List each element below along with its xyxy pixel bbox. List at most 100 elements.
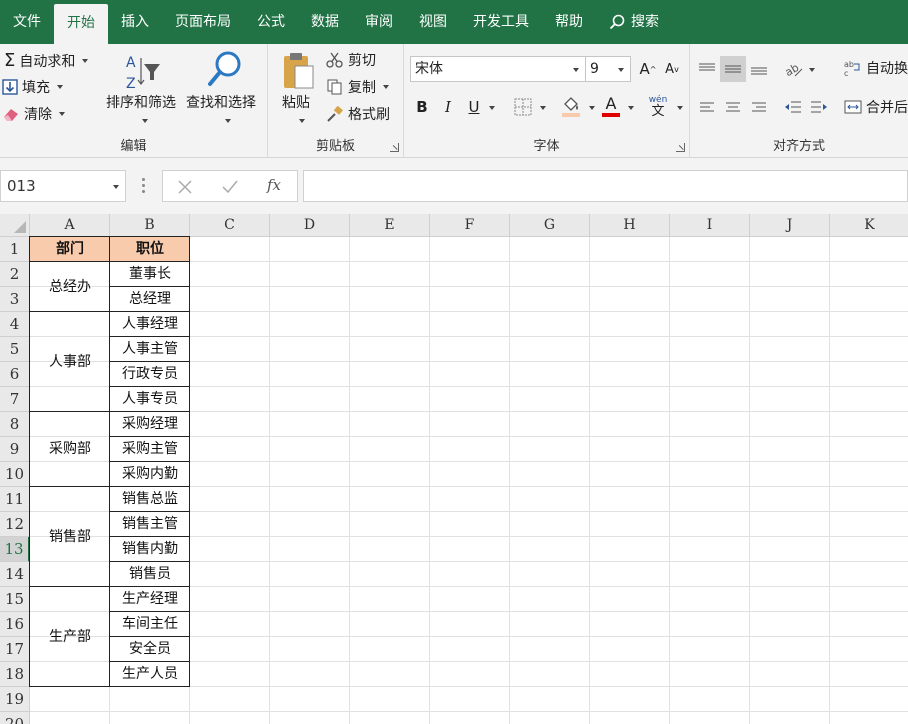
align-top-button[interactable] <box>696 58 718 80</box>
sort-filter-dropdown-icon[interactable] <box>142 119 148 123</box>
increase-font-size-icon[interactable]: A ^ <box>638 58 658 80</box>
row-header-12[interactable]: 12 <box>0 512 30 537</box>
row-header-1[interactable]: 1 <box>0 237 30 262</box>
tab-insert[interactable]: 插入 <box>108 0 162 44</box>
row-header-2[interactable]: 2 <box>0 262 30 287</box>
tab-developer[interactable]: 开发工具 <box>460 0 542 44</box>
paste-icon-wrap[interactable] <box>280 50 316 92</box>
eraser-icon <box>4 109 18 121</box>
merge-center-button[interactable]: 合并后 <box>844 97 908 117</box>
row-header-8[interactable]: 8 <box>0 412 30 437</box>
name-box[interactable]: 013 <box>0 170 126 202</box>
phonetic-dropdown-icon[interactable] <box>677 106 683 110</box>
align-left-button[interactable] <box>696 96 718 118</box>
column-header-k[interactable]: K <box>830 214 908 237</box>
select-all-corner[interactable] <box>0 214 30 237</box>
column-header-f[interactable]: F <box>430 214 510 237</box>
enter-check-icon[interactable] <box>221 179 239 195</box>
font-color-dropdown-icon[interactable] <box>628 106 634 110</box>
format-painter-button[interactable]: 格式刷 <box>326 104 390 124</box>
row-header-17[interactable]: 17 <box>0 637 30 662</box>
row-header-15[interactable]: 15 <box>0 587 30 612</box>
row-header-7[interactable]: 7 <box>0 387 30 412</box>
align-left-icon <box>700 102 714 112</box>
borders-button[interactable] <box>512 96 534 118</box>
decrease-indent-button[interactable] <box>782 96 804 118</box>
fill-color-dropdown-icon[interactable] <box>589 106 595 110</box>
decrease-font-size-icon[interactable]: Av <box>662 58 682 80</box>
orientation-button[interactable]: ab <box>782 58 804 80</box>
autosum-button[interactable]: Σ 自动求和 <box>4 50 89 71</box>
paste-label[interactable]: 粘贴 <box>282 92 310 112</box>
column-header-i[interactable]: I <box>670 214 750 237</box>
font-name-dropdown-icon[interactable] <box>573 68 579 72</box>
find-select-dropdown-icon[interactable] <box>225 119 231 123</box>
tab-formulas[interactable]: 公式 <box>244 0 298 44</box>
find-select-icon-wrap[interactable] <box>204 50 244 90</box>
column-header-e[interactable]: E <box>350 214 430 237</box>
tell-me-search[interactable]: 搜索 <box>596 0 672 44</box>
align-middle-button[interactable] <box>720 56 746 82</box>
copy-button[interactable]: 复制 <box>326 77 389 97</box>
tab-view[interactable]: 视图 <box>406 0 460 44</box>
font-name-combobox[interactable]: 宋体 <box>410 56 586 82</box>
row-header-13[interactable]: 13 <box>0 537 30 562</box>
row-header-14[interactable]: 14 <box>0 562 30 587</box>
cut-button[interactable]: 剪切 <box>326 50 376 70</box>
tab-home[interactable]: 开始 <box>54 4 108 44</box>
worksheet-grid[interactable]: A B C D E F G H I J K 1 2 3 4 5 6 7 8 9 10 11 12 13 14 15 16 17 18 19… <box>0 214 908 724</box>
column-header-j[interactable]: J <box>750 214 830 237</box>
bold-button[interactable]: B <box>412 96 432 118</box>
clipboard-dialog-launcher-icon[interactable] <box>390 143 399 152</box>
tab-file[interactable]: 文件 <box>0 0 54 44</box>
tab-review[interactable]: 审阅 <box>352 0 406 44</box>
fill-button[interactable]: 填充 <box>2 77 63 97</box>
tab-page-layout[interactable]: 页面布局 <box>162 0 244 44</box>
phonetic-guide-button[interactable]: wén 文 <box>646 94 670 120</box>
insert-function-icon[interactable]: fx <box>267 176 281 194</box>
row-header-11[interactable]: 11 <box>0 487 30 512</box>
clear-button[interactable]: 清除 <box>2 104 65 124</box>
row-header-9[interactable]: 9 <box>0 437 30 462</box>
row-header-20[interactable]: 20 <box>0 712 30 724</box>
increase-indent-button[interactable] <box>808 96 830 118</box>
row-header-16[interactable]: 16 <box>0 612 30 637</box>
column-header-g[interactable]: G <box>510 214 590 237</box>
row-header-4[interactable]: 4 <box>0 312 30 337</box>
row-header-5[interactable]: 5 <box>0 337 30 362</box>
align-center-button[interactable] <box>722 96 744 118</box>
column-header-b[interactable]: B <box>110 214 190 237</box>
column-header-c[interactable]: C <box>190 214 270 237</box>
sort-filter-button-icon-wrap[interactable]: A Z <box>120 50 166 92</box>
font-dialog-launcher-icon[interactable] <box>676 143 685 152</box>
sort-filter-label[interactable]: 排序和筛选 <box>106 92 176 112</box>
italic-button[interactable]: I <box>438 96 458 118</box>
underline-button[interactable]: U <box>464 96 484 118</box>
align-bottom-button[interactable] <box>748 58 770 80</box>
font-size-combobox[interactable]: 9 <box>585 56 631 82</box>
tab-data[interactable]: 数据 <box>298 0 352 44</box>
row-header-19[interactable]: 19 <box>0 687 30 712</box>
name-box-dropdown-icon[interactable] <box>113 185 119 189</box>
font-size-dropdown-icon[interactable] <box>618 68 624 72</box>
align-right-button[interactable] <box>748 96 770 118</box>
fill-color-button[interactable] <box>560 94 582 120</box>
paste-dropdown-icon[interactable] <box>299 119 305 123</box>
cancel-icon[interactable] <box>177 179 193 195</box>
tab-help[interactable]: 帮助 <box>542 0 596 44</box>
row-header-3[interactable]: 3 <box>0 287 30 312</box>
borders-dropdown-icon[interactable] <box>540 106 546 110</box>
formula-input[interactable] <box>303 170 908 202</box>
find-select-label[interactable]: 查找和选择 <box>186 92 256 112</box>
orientation-dropdown-icon[interactable] <box>809 68 815 72</box>
underline-dropdown-icon[interactable] <box>489 106 495 110</box>
column-header-d[interactable]: D <box>270 214 350 237</box>
wrap-text-button[interactable]: ab c 自动换 <box>844 58 908 78</box>
formula-bar-grip-icon[interactable] <box>142 178 145 194</box>
row-header-6[interactable]: 6 <box>0 362 30 387</box>
row-header-10[interactable]: 10 <box>0 462 30 487</box>
column-header-h[interactable]: H <box>590 214 670 237</box>
font-color-button[interactable]: A <box>600 92 622 120</box>
row-header-18[interactable]: 18 <box>0 662 30 687</box>
column-header-a[interactable]: A <box>30 214 110 237</box>
